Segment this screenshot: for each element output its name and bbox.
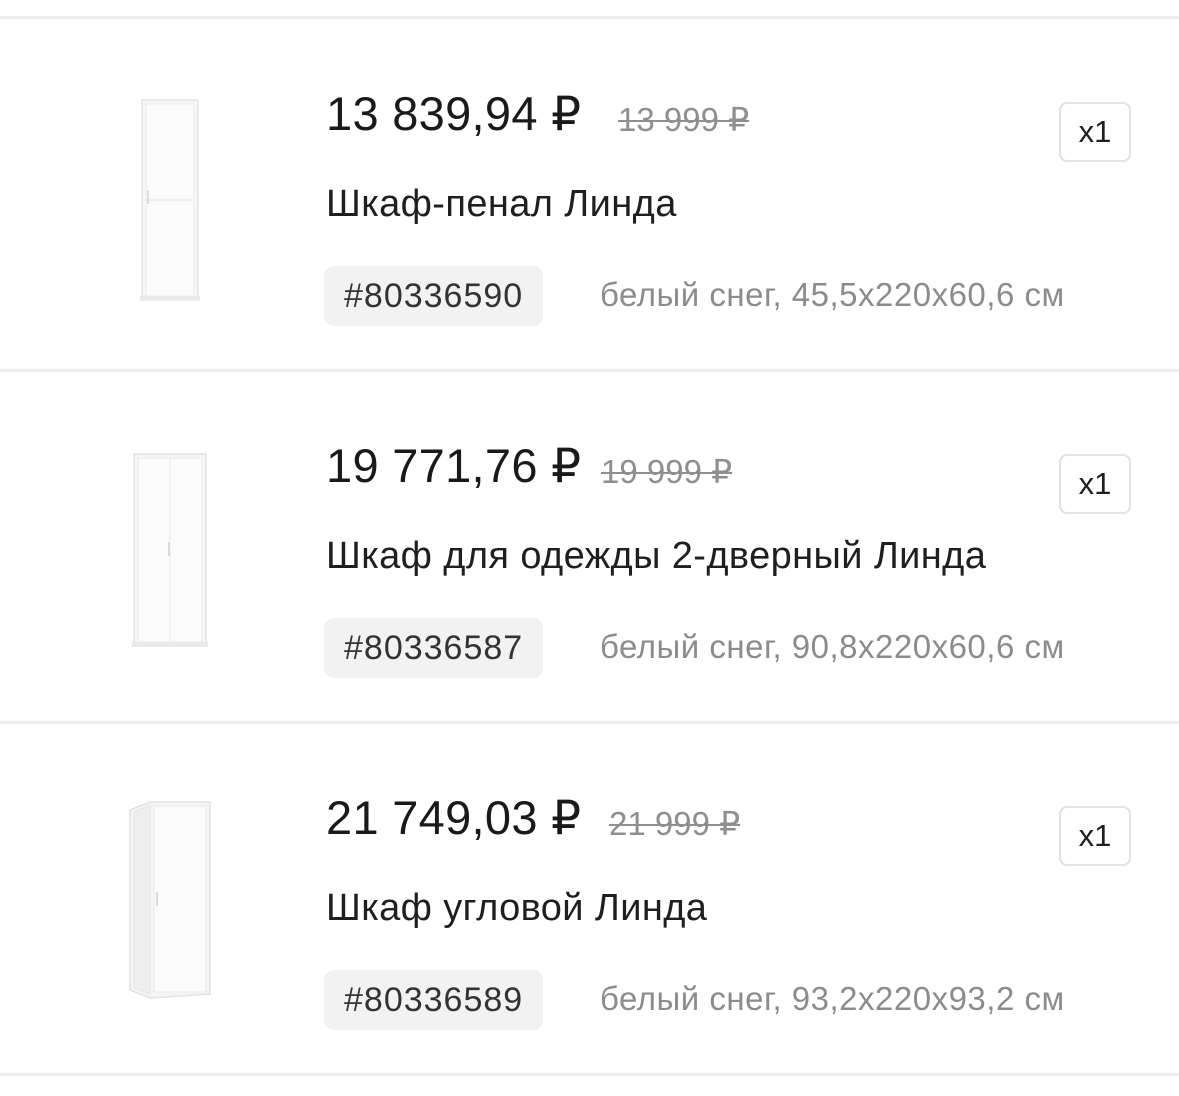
item-price: 13 839,94 ₽ (326, 87, 582, 140)
quantity-selector[interactable]: x1 (1059, 102, 1131, 162)
item-specs: белый снег, 45,5x220x60,6 см (600, 276, 1065, 313)
product-image-two-door-wardrobe[interactable] (50, 422, 290, 662)
cart-item[interactable]: 19 771,76 ₽ 19 999 ₽ Шкаф для одежды 2-д… (0, 372, 1179, 722)
item-title[interactable]: Шкаф для одежды 2-дверный Линда (326, 535, 986, 578)
cart-item[interactable]: 21 749,03 ₽ 21 999 ₽ Шкаф угловой Линда … (0, 724, 1179, 1074)
item-sku-badge: #80336589 (324, 970, 544, 1030)
item-old-price: 21 999 ₽ (609, 805, 741, 842)
item-specs: белый снег, 93,2x220x93,2 см (600, 980, 1065, 1017)
item-title[interactable]: Шкаф-пенал Линда (326, 183, 677, 226)
cart-item[interactable]: 13 839,94 ₽ 13 999 ₽ Шкаф-пенал Линда #8… (0, 20, 1179, 370)
item-specs: белый снег, 90,8x220x60,6 см (600, 628, 1065, 665)
cart-item-list: 13 839,94 ₽ 13 999 ₽ Шкаф-пенал Линда #8… (0, 0, 1179, 1096)
item-sku-badge: #80336587 (324, 618, 544, 678)
item-sku-badge: #80336590 (324, 266, 544, 326)
item-old-price: 19 999 ₽ (601, 453, 733, 490)
product-image-corner-wardrobe[interactable] (50, 774, 290, 1014)
divider (0, 1073, 1179, 1076)
item-old-price: 13 999 ₽ (618, 101, 750, 138)
quantity-selector[interactable]: x1 (1059, 454, 1131, 514)
quantity-selector[interactable]: x1 (1059, 806, 1131, 866)
divider (0, 16, 1179, 19)
item-price: 21 749,03 ₽ (326, 791, 582, 844)
product-image-pencil-wardrobe[interactable] (50, 70, 290, 310)
item-price: 19 771,76 ₽ (326, 439, 582, 492)
item-title[interactable]: Шкаф угловой Линда (326, 887, 707, 930)
